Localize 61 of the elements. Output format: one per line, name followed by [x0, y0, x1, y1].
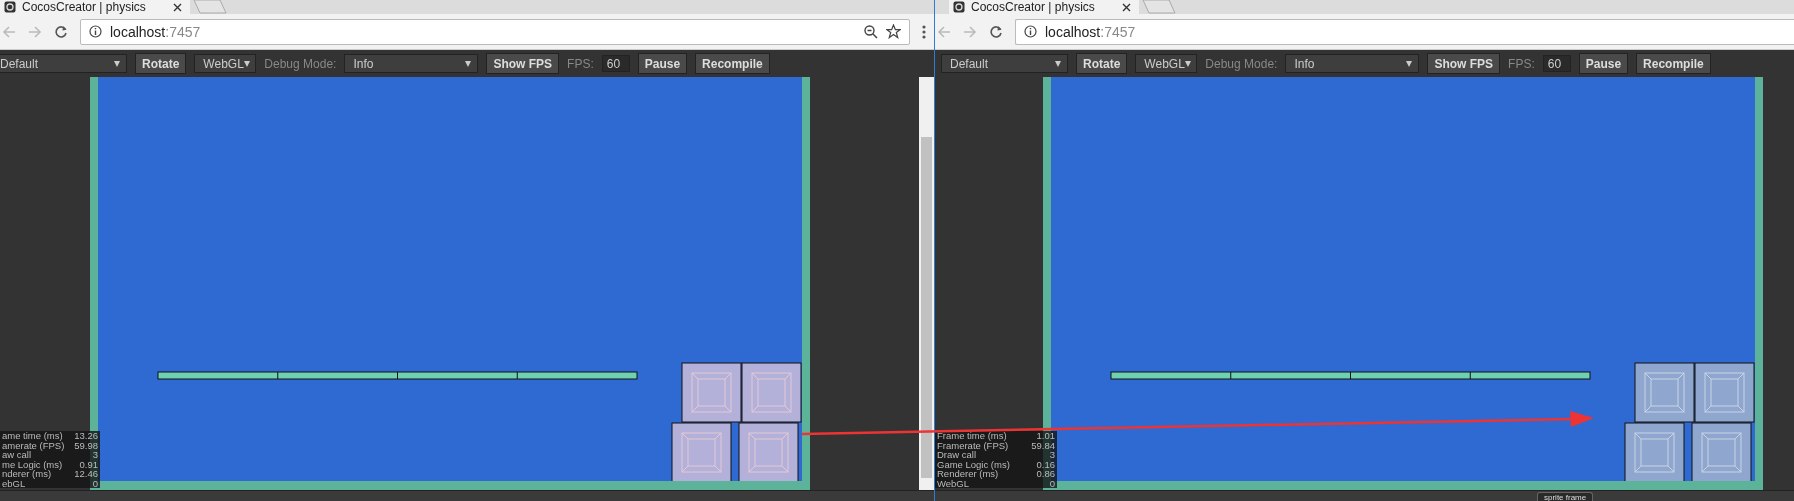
- address-field[interactable]: localhost:7457: [80, 18, 910, 45]
- close-icon[interactable]: [1122, 2, 1131, 12]
- stat-value: 59.98: [74, 440, 98, 450]
- device-dropdown[interactable]: Default: [941, 54, 1068, 73]
- show-fps-button[interactable]: Show FPS: [1427, 53, 1501, 74]
- scrollbar[interactable]: [919, 77, 934, 490]
- stat-label: Draw call: [937, 450, 977, 460]
- stat-label: Game Logic (ms): [937, 459, 1010, 469]
- renderer-dropdown[interactable]: WebGL: [194, 54, 257, 73]
- stat-value: 0: [1049, 478, 1055, 488]
- stat-value: 0.86: [1036, 469, 1055, 479]
- fps-label: FPS:: [1508, 56, 1535, 71]
- debug-mode-label: Debug Mode:: [264, 56, 337, 71]
- rotate-button[interactable]: Rotate: [1076, 53, 1128, 74]
- stat-value: 3: [92, 450, 98, 460]
- recompile-button[interactable]: Recompile: [695, 53, 770, 74]
- show-fps-button[interactable]: Show FPS: [486, 53, 560, 74]
- stat-label: Frame time (ms): [937, 431, 1007, 441]
- stat-label: amerate (FPS): [2, 440, 65, 450]
- info-icon[interactable]: [1024, 25, 1037, 38]
- stat-value: 1.01: [1036, 431, 1055, 441]
- renderer-dropdown[interactable]: WebGL: [1135, 54, 1198, 73]
- close-icon[interactable]: [173, 2, 182, 12]
- reload-icon[interactable]: [54, 24, 68, 39]
- stat-value: 0.16: [1036, 459, 1055, 469]
- star-icon[interactable]: [886, 24, 901, 39]
- debug-mode-dropdown[interactable]: Info: [344, 54, 479, 73]
- rotate-button[interactable]: Rotate: [135, 53, 187, 74]
- stat-label: Renderer (ms): [937, 469, 999, 479]
- stat-label: Framerate (FPS): [937, 440, 1009, 450]
- device-dropdown[interactable]: Default: [0, 54, 127, 73]
- stat-label: ame time (ms): [2, 431, 63, 441]
- stat-label: me Logic (ms): [2, 459, 63, 469]
- info-icon[interactable]: [89, 25, 102, 38]
- browser-tab[interactable]: CocosCreator | physics: [0, 0, 190, 14]
- menu-icon[interactable]: [922, 24, 926, 39]
- reload-icon[interactable]: [989, 24, 1003, 39]
- stat-value: 13.26: [74, 431, 98, 441]
- fps-input[interactable]: 60: [1542, 55, 1571, 72]
- stat-value: 0.91: [79, 459, 98, 469]
- fps-input[interactable]: 60: [601, 55, 630, 72]
- stat-value: 0: [92, 478, 98, 488]
- stat-value: 3: [1049, 450, 1055, 460]
- debug-mode-label: Debug Mode:: [1205, 56, 1278, 71]
- stat-label: WebGL: [937, 478, 970, 488]
- debug-mode-dropdown[interactable]: Info: [1285, 54, 1420, 73]
- app-icon: [4, 1, 16, 13]
- stat-label: aw call: [2, 450, 32, 460]
- stat-label: ebGL: [2, 478, 26, 488]
- pause-button[interactable]: Pause: [1578, 53, 1629, 74]
- app-icon: [953, 1, 965, 13]
- pause-button[interactable]: Pause: [637, 53, 688, 74]
- zoom-out-icon[interactable]: [864, 24, 878, 39]
- browser-tab[interactable]: CocosCreator | physics: [949, 0, 1139, 14]
- stat-label: nderer (ms): [2, 469, 52, 479]
- panel-tab[interactable]: sprite frame: [1537, 492, 1594, 501]
- stat-value: 12.46: [74, 469, 98, 479]
- recompile-button[interactable]: Recompile: [1636, 53, 1711, 74]
- address-field[interactable]: localhost:7457: [1015, 18, 1794, 45]
- stat-value: 59.84: [1031, 440, 1055, 450]
- fps-label: FPS:: [567, 56, 594, 71]
